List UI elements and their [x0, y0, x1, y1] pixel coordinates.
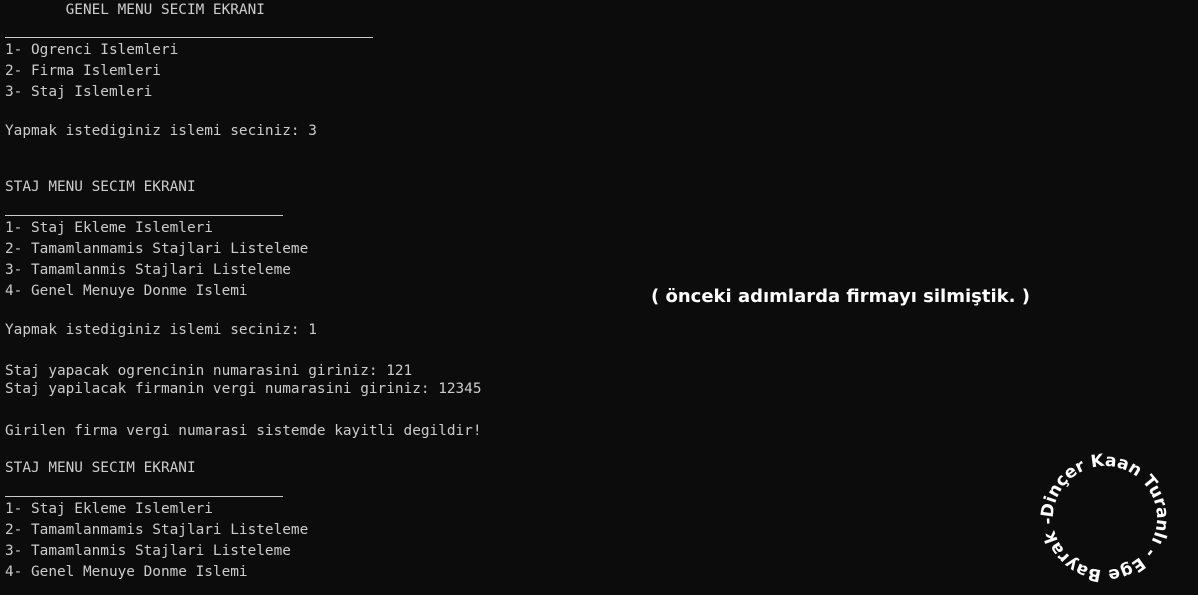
console-line: 1- Staj Ekleme Islemleri — [5, 220, 213, 236]
annotation-note: ( önceki adımlarda firmayı silmiştik. ) — [651, 286, 1030, 307]
console-line: 2- Firma Islemleri — [5, 63, 161, 79]
circular-author-seal: Dinçer Kaan Turanlı - Ege Bayrak - — [1038, 451, 1173, 585]
title-separator — [5, 496, 283, 497]
console-prompt: Yapmak istediginiz islemi seciniz: 3 — [5, 123, 317, 139]
console-line: 1- Staj Ekleme Islemleri — [5, 501, 213, 517]
console-line: 2- Tamamlanmamis Stajlari Listeleme — [5, 522, 309, 538]
console-prompt: Staj yapacak ogrencinin numarasini girin… — [5, 363, 413, 379]
console-line: 3- Tamamlanmis Stajlari Listeleme — [5, 543, 291, 559]
console-line: 3- Tamamlanmis Stajlari Listeleme — [5, 262, 291, 278]
seal-text: Dinçer Kaan Turanlı - Ege Bayrak - — [1038, 451, 1173, 585]
console-line: 1- Ogrenci Islemleri — [5, 42, 179, 58]
title-separator — [5, 215, 283, 216]
main-menu-title: GENEL MENU SECIM EKRANI — [5, 2, 265, 18]
console-prompt: Staj yapilacak firmanin vergi numarasini… — [5, 381, 482, 397]
console-line: 4- Genel Menuye Donme Islemi — [5, 283, 248, 299]
error-message: Girilen firma vergi numarasi sistemde ka… — [5, 423, 482, 439]
staj-menu-title: STAJ MENU SECIM EKRANI — [5, 179, 196, 195]
staj-menu-title: STAJ MENU SECIM EKRANI — [5, 460, 196, 476]
console-line: 4- Genel Menuye Donme Islemi — [5, 564, 248, 580]
console-line: 2- Tamamlanmamis Stajlari Listeleme — [5, 241, 309, 257]
title-separator — [5, 37, 373, 38]
console-prompt: Yapmak istediginiz islemi seciniz: 1 — [5, 322, 317, 338]
console-line: 3- Staj Islemleri — [5, 84, 153, 100]
